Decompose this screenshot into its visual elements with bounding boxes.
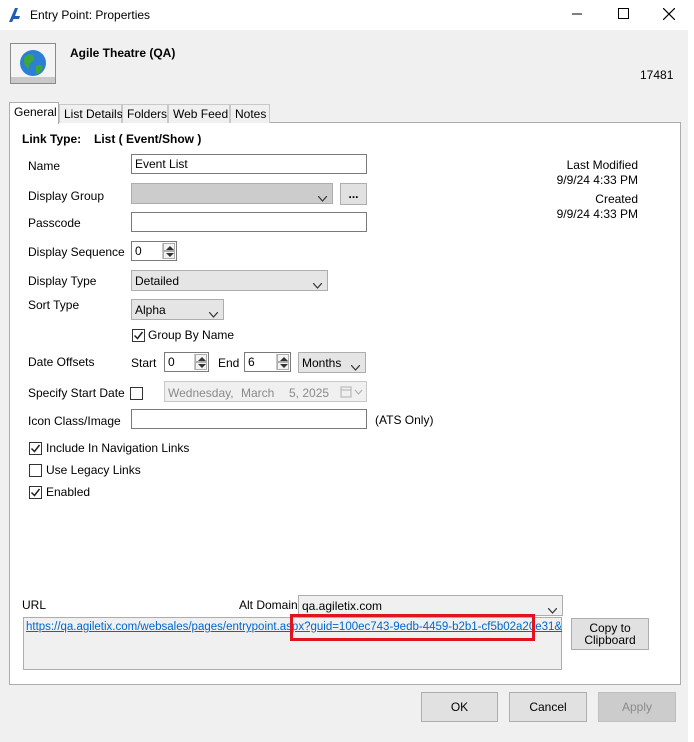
entry-point-name: Agile Theatre (QA) <box>70 46 176 60</box>
chevron-down-icon <box>208 307 219 318</box>
tab-web-feed[interactable]: Web Feed <box>168 104 230 123</box>
display-group-label: Display Group <box>28 189 105 203</box>
alt-domain-label: Alt Domain <box>239 598 298 612</box>
display-group-select[interactable] <box>131 183 333 204</box>
display-sequence-label: Display Sequence <box>28 245 125 259</box>
spin-down-icon[interactable] <box>163 251 175 259</box>
globe-icon <box>10 43 56 84</box>
tab-folders[interactable]: Folders <box>122 104 168 123</box>
date-offsets-label: Date Offsets <box>28 355 95 369</box>
use-legacy-links-checkbox[interactable] <box>29 464 42 477</box>
icon-class-field[interactable] <box>131 409 367 429</box>
specify-start-date-label: Specify Start Date <box>28 386 125 400</box>
ok-button[interactable]: OK <box>421 692 498 722</box>
group-by-name-label: Group By Name <box>148 328 235 342</box>
ats-only-label: (ATS Only) <box>375 413 434 427</box>
icon-class-label: Icon Class/Image <box>28 414 121 428</box>
copy-to-clipboard-button[interactable]: Copy to Clipboard <box>571 618 649 650</box>
use-legacy-links-label: Use Legacy Links <box>46 463 141 477</box>
spin-up-icon[interactable] <box>195 354 207 362</box>
checkmark-icon <box>30 444 41 453</box>
guid-highlight-box <box>290 614 535 641</box>
url-label: URL <box>22 598 47 612</box>
include-nav-links-label: Include In Navigation Links <box>46 441 190 455</box>
chevron-down-icon <box>312 278 323 289</box>
start-date-month: March <box>241 386 275 400</box>
start-date-picker[interactable]: Wednesday, March 5, 2025 <box>164 381 367 402</box>
last-modified-value: 9/9/24 4:33 PM <box>556 173 638 187</box>
passcode-label: Passcode <box>28 216 81 230</box>
created-label: Created <box>595 192 638 206</box>
start-offset-stepper[interactable]: 0 <box>164 352 209 372</box>
close-icon <box>662 7 676 23</box>
chevron-down-icon <box>547 603 558 614</box>
offset-unit-select[interactable]: Months <box>298 352 366 373</box>
end-offset-stepper[interactable]: 6 <box>244 352 291 372</box>
start-date-day-year: 5, 2025 <box>289 386 330 400</box>
specify-start-date-checkbox[interactable] <box>130 387 143 400</box>
minimize-icon <box>571 8 583 22</box>
sort-type-label: Sort Type <box>28 298 80 312</box>
cancel-button[interactable]: Cancel <box>509 692 587 722</box>
display-sequence-stepper[interactable]: 0 <box>131 241 177 261</box>
spin-down-icon[interactable] <box>195 362 207 370</box>
window-title: Entry Point: Properties <box>30 8 151 22</box>
alt-domain-select[interactable]: qa.agiletix.com <box>298 595 563 616</box>
maximize-button[interactable] <box>600 0 646 30</box>
include-nav-links-checkbox[interactable] <box>29 442 42 455</box>
name-field[interactable]: Event List <box>131 154 367 174</box>
chevron-down-icon <box>317 191 328 202</box>
created-value: 9/9/24 4:33 PM <box>556 207 638 221</box>
tab-notes[interactable]: Notes <box>230 104 270 123</box>
spin-up-icon[interactable] <box>277 354 289 362</box>
tab-list-details[interactable]: List Details <box>59 104 123 123</box>
group-by-name-checkbox[interactable] <box>132 329 145 342</box>
end-offset-label: End <box>218 356 240 370</box>
window-edge <box>688 0 694 742</box>
spin-up-icon[interactable] <box>163 243 175 251</box>
start-date-weekday: Wednesday, <box>168 386 234 400</box>
display-type-select[interactable]: Detailed <box>131 270 328 291</box>
checkmark-icon <box>30 488 41 497</box>
link-type-value: List ( Event/Show ) <box>94 132 202 146</box>
name-label: Name <box>28 159 61 173</box>
apply-button[interactable]: Apply <box>598 692 676 722</box>
close-button[interactable] <box>646 0 692 30</box>
sort-type-select[interactable]: Alpha <box>131 299 224 320</box>
link-type-label: Link Type: <box>22 132 82 146</box>
enabled-checkbox[interactable] <box>29 486 42 499</box>
maximize-icon <box>617 8 629 22</box>
tab-general[interactable]: General <box>9 102 59 124</box>
passcode-field[interactable] <box>131 212 367 232</box>
last-modified-label: Last Modified <box>566 158 638 172</box>
enabled-label: Enabled <box>46 485 91 499</box>
checkmark-icon <box>133 331 144 340</box>
display-group-browse-button[interactable]: ... <box>340 183 367 205</box>
chevron-down-icon <box>350 360 361 371</box>
entry-point-id: 17481 <box>640 68 674 82</box>
app-logo-icon <box>8 7 24 23</box>
minimize-button[interactable] <box>554 0 600 30</box>
display-type-label: Display Type <box>28 274 97 288</box>
calendar-dropdown-icon[interactable] <box>340 385 364 402</box>
start-offset-label: Start <box>131 356 157 370</box>
spin-down-icon[interactable] <box>277 362 289 370</box>
